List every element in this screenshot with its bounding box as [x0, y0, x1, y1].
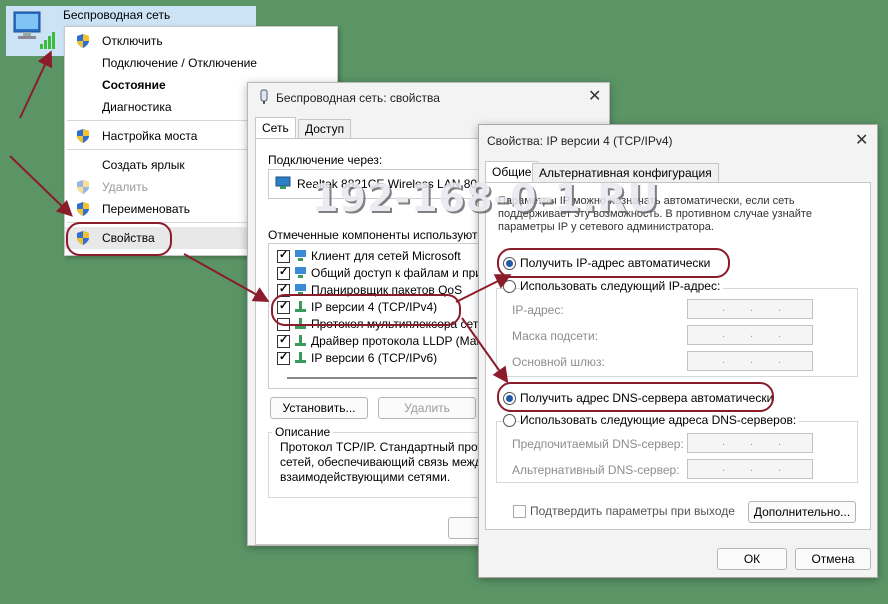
wireless-network-icon	[13, 11, 55, 49]
menu-item-disable[interactable]: Отключить	[65, 30, 337, 52]
highlight-auto-ip	[497, 248, 730, 278]
arrow-to-network-icon	[19, 50, 53, 119]
validate-label: Подтвердить параметры при выходе	[530, 504, 735, 518]
manual-dns-radio[interactable]	[503, 414, 516, 427]
menu-item-label: Отключить	[102, 34, 163, 48]
tab-access[interactable]: Доступ	[298, 119, 352, 139]
description-line: взаимодействующими сетями.	[280, 470, 451, 484]
menu-item-label: Переименовать	[102, 202, 190, 216]
ok-button[interactable]: ОК	[717, 548, 787, 570]
gateway-label: Основной шлюз:	[512, 355, 605, 369]
file-sharing-icon	[295, 267, 306, 278]
alternate-dns-label: Альтернативный DNS-сервер:	[512, 463, 680, 477]
protocol-icon	[295, 335, 306, 346]
install-button[interactable]: Установить...	[270, 397, 368, 419]
component-label: Драйвер протокола LLDP (Майк	[311, 334, 489, 348]
preferred-dns-input[interactable]: ...	[687, 433, 813, 453]
component-label: IP версии 6 (TCP/IPv6)	[311, 351, 438, 365]
close-icon[interactable]: ✕	[588, 86, 601, 106]
ip-address-input[interactable]: ...	[687, 299, 813, 319]
menu-item-label: Диагностика	[102, 100, 172, 114]
general-tab-panel: Параметры IP можно назначать автоматичес…	[485, 182, 871, 530]
menu-item-label: Подключение / Отключение	[102, 56, 257, 70]
shield-icon	[77, 129, 89, 143]
shield-icon	[77, 34, 89, 48]
components-label: Отмеченные компоненты используются э	[268, 228, 500, 242]
ip-address-label: IP-адрес:	[512, 303, 564, 317]
info-line: параметры IP у сетевого администратора.	[498, 221, 714, 233]
cancel-button[interactable]: Отмена	[795, 548, 871, 570]
connect-via-label: Подключение через:	[268, 153, 383, 167]
description-line: сетей, обеспечивающий связь между р	[280, 455, 498, 469]
remove-button[interactable]: Удалить	[378, 397, 476, 419]
manual-ip-radio[interactable]	[503, 280, 516, 293]
preferred-dns-label: Предпочитаемый DNS-сервер:	[512, 437, 684, 451]
protocol-icon	[295, 352, 306, 363]
menu-item-label: Создать ярлык	[102, 158, 185, 172]
dialog-title: Свойства: IP версии 4 (TCP/IPv4)	[487, 134, 673, 148]
highlight-auto-dns	[497, 382, 774, 412]
gateway-input[interactable]: ...	[687, 351, 813, 371]
subnet-mask-input[interactable]: ...	[687, 325, 813, 345]
alternate-dns-input[interactable]: ...	[687, 459, 813, 479]
watermark: 192-168-0-1.RU	[312, 176, 660, 220]
menu-item-connect[interactable]: Подключение / Отключение	[65, 52, 337, 74]
menu-item-label: Удалить	[102, 180, 148, 194]
network-title: Беспроводная сеть	[63, 8, 171, 22]
menu-item-label: Состояние	[102, 78, 166, 92]
component-checkbox[interactable]	[277, 333, 290, 348]
validate-checkbox[interactable]	[513, 505, 526, 518]
client-icon	[295, 250, 306, 261]
component-label: Общий доступ к файлам и принте	[311, 266, 501, 280]
shield-icon	[77, 202, 89, 216]
arrow-to-properties-menu	[9, 155, 73, 217]
description-line: Протокол TCP/IP. Стандартный протог	[280, 440, 494, 454]
horizontal-scrollbar[interactable]	[287, 377, 477, 379]
dialog-title: Беспроводная сеть: свойства	[276, 91, 440, 105]
manual-dns-label: Использовать следующие адреса DNS-сервер…	[520, 413, 800, 427]
menu-item-label: Настройка моста	[102, 129, 198, 143]
shield-icon	[77, 180, 89, 194]
close-icon[interactable]: ✕	[855, 130, 868, 150]
description-label: Описание	[272, 425, 334, 439]
component-label: Клиент для сетей Microsoft	[311, 249, 461, 263]
component-checkbox[interactable]	[277, 248, 290, 263]
adapter-icon	[275, 176, 291, 189]
tab-network[interactable]: Сеть	[255, 117, 296, 139]
component-checkbox[interactable]	[277, 265, 290, 280]
network-adapter-icon	[260, 89, 268, 104]
highlight-ipv4-component	[271, 294, 461, 326]
manual-ip-label: Использовать следующий IP-адрес:	[520, 279, 724, 293]
subnet-mask-label: Маска подсети:	[512, 329, 599, 343]
highlight-properties-menu	[66, 222, 172, 256]
component-checkbox[interactable]	[277, 350, 290, 365]
advanced-button[interactable]: Дополнительно...	[748, 501, 856, 523]
